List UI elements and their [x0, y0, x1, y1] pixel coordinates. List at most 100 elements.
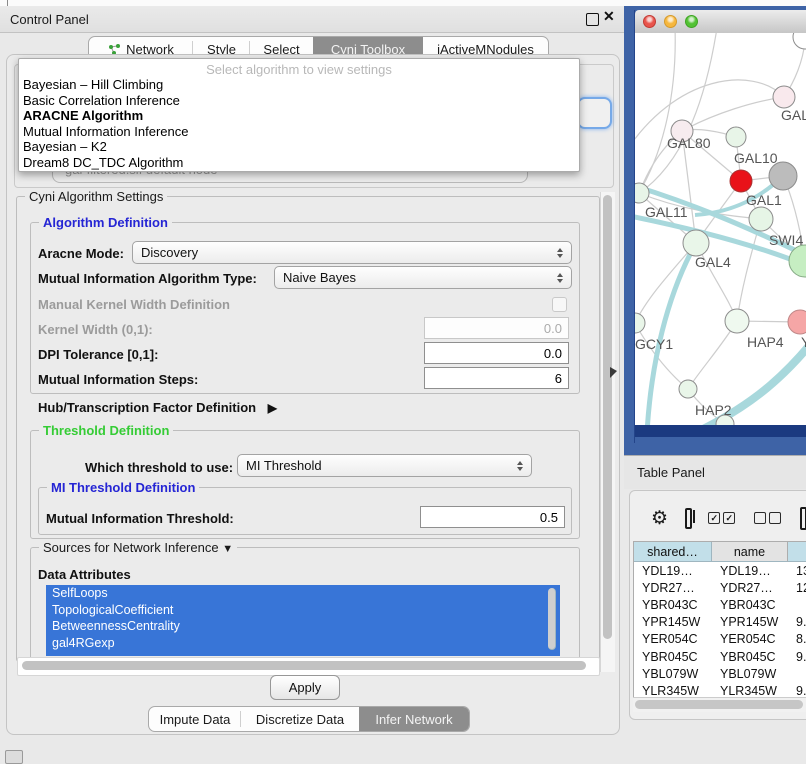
- table-row[interactable]: YBR045C YBR045C 9.: [634, 648, 806, 665]
- apply-button[interactable]: Apply: [270, 675, 340, 700]
- zoom-traffic-icon[interactable]: [685, 15, 698, 28]
- table-scrollbar-thumb[interactable]: [635, 700, 803, 709]
- table-row[interactable]: YPR145W YPR145W 9.: [634, 614, 806, 631]
- manual-kernel-checkbox: [552, 297, 567, 312]
- mi-threshold-label: Mutual Information Threshold:: [46, 511, 234, 526]
- gear-icon[interactable]: ⚙: [651, 507, 668, 530]
- list-item[interactable]: gal4RGexp: [46, 635, 560, 652]
- stepper-icon: [557, 270, 563, 286]
- table-row[interactable]: YBL079W YBL079W: [634, 665, 806, 682]
- close-traffic-icon[interactable]: [643, 15, 656, 28]
- algorithm-option[interactable]: Mutual Information Inference: [19, 124, 579, 140]
- select-all-columns-icon[interactable]: ✓✓: [708, 512, 738, 524]
- node-label: GAL11: [645, 204, 688, 220]
- node-label: GCY1: [635, 336, 673, 352]
- horizontal-scrollbar-thumb[interactable]: [22, 661, 586, 670]
- table-row[interactable]: YDR27… YDR27… 12: [634, 579, 806, 596]
- node-gal1-green[interactable]: [749, 207, 773, 231]
- export-table-icon[interactable]: [800, 507, 806, 530]
- settings-horizontal-scrollbar: [17, 657, 600, 676]
- expander-down-icon: ▼: [222, 543, 233, 555]
- node-gray[interactable]: [769, 162, 797, 190]
- node-hap2[interactable]: [679, 380, 697, 398]
- node-hap4[interactable]: [725, 309, 749, 333]
- table-row[interactable]: YDL19… YDL19… 13: [634, 562, 806, 579]
- list-scrollbar-thumb[interactable]: [548, 588, 556, 650]
- focused-combo-fragment[interactable]: [577, 97, 612, 129]
- table-row[interactable]: YBR043C YBR043C: [634, 596, 806, 613]
- threshold-definition-title: Threshold Definition: [39, 423, 173, 438]
- tab-impute-data[interactable]: Impute Data: [149, 707, 241, 731]
- algorithm-option[interactable]: Bayesian – K2: [19, 139, 579, 155]
- mi-steps-field[interactable]: [424, 367, 569, 389]
- node-label: GAL80: [667, 135, 711, 151]
- dpi-tolerance-field[interactable]: [424, 342, 569, 364]
- cyni-bottom-tabs: Impute Data Discretize Data Infer Networ…: [148, 706, 470, 732]
- node-gcy1[interactable]: [635, 313, 645, 333]
- network-window-titlebar[interactable]: [635, 10, 806, 34]
- node-label: GAL1: [746, 192, 782, 208]
- node-label: GAL10: [734, 150, 778, 166]
- table-row[interactable]: YER054C YER054C 8.: [634, 631, 806, 648]
- node-red-gal1[interactable]: [730, 170, 752, 192]
- tab-infer-network[interactable]: Infer Network: [359, 707, 469, 731]
- node-label: HAP2: [695, 402, 732, 418]
- node-gal10[interactable]: [726, 127, 746, 147]
- table-toolbar: ⚙ ✓✓: [630, 499, 806, 537]
- node-unlabeled[interactable]: [793, 33, 806, 49]
- table-panel: ⚙ ✓✓ shared… name YDL19… YDL19… 13 YDR27…: [629, 490, 806, 720]
- node-label: Y: [801, 334, 806, 350]
- node-gal4[interactable]: [683, 230, 709, 256]
- algorithm-definition-title: Algorithm Definition: [39, 215, 172, 230]
- node-label: GAL: [781, 107, 806, 123]
- which-threshold-label: Which threshold to use:: [85, 460, 233, 475]
- table-horizontal-scrollbar: [633, 697, 806, 712]
- node-label: GAL4: [695, 254, 731, 270]
- node-salmon[interactable]: [788, 310, 806, 334]
- tab-discretize-data[interactable]: Discretize Data: [241, 707, 359, 731]
- list-item[interactable]: SelfLoops: [46, 585, 560, 602]
- column-header[interactable]: shared…: [634, 542, 712, 562]
- settings-group-title: Cyni Algorithm Settings: [25, 189, 167, 204]
- column-header[interactable]: [788, 542, 806, 562]
- table-panel-title: Table Panel: [637, 465, 705, 480]
- list-item[interactable]: TopologicalCoefficient: [46, 602, 560, 619]
- aracne-mode-combo[interactable]: Discovery: [132, 241, 572, 264]
- table-panel-titlebar: Table Panel: [624, 455, 806, 489]
- algorithm-option[interactable]: Bayesian – Hill Climbing: [19, 77, 579, 93]
- hub-definition-expander[interactable]: Hub/Transcription Factor Definition ▶: [38, 400, 277, 415]
- sources-title[interactable]: Sources for Network Inference ▼: [39, 540, 237, 555]
- network-window-bottom-border: [635, 425, 806, 437]
- node-table: shared… name YDL19… YDL19… 13 YDR27… YDR…: [633, 541, 806, 698]
- algorithm-option[interactable]: Basic Correlation Inference: [19, 93, 579, 109]
- manual-kernel-label: Manual Kernel Width Definition: [38, 297, 230, 312]
- network-window: GAL GAL80 GAL10 GAL1 GAL11 SWI4 GAL4 GCY…: [634, 10, 806, 443]
- vertical-scrollbar-thumb[interactable]: [603, 195, 612, 639]
- column-header[interactable]: name: [712, 542, 788, 562]
- list-item[interactable]: BetweennessCentrality: [46, 618, 560, 635]
- mi-threshold-title: MI Threshold Definition: [47, 480, 199, 495]
- float-window-icon[interactable]: [586, 13, 599, 26]
- data-attributes-list: SelfLoops TopologicalCoefficient Between…: [46, 585, 560, 656]
- dpi-tolerance-label: DPI Tolerance [0,1]:: [38, 347, 158, 362]
- table-header-row: shared… name: [634, 542, 806, 562]
- panel-title: Control Panel: [10, 12, 89, 27]
- algorithm-option[interactable]: Dream8 DC_TDC Algorithm: [19, 155, 579, 171]
- which-threshold-combo[interactable]: MI Threshold: [237, 454, 532, 477]
- list-scrollbar: [546, 585, 559, 656]
- mouse-cursor: [610, 367, 617, 378]
- minimize-traffic-icon[interactable]: [664, 15, 677, 28]
- mi-algorithm-type-combo[interactable]: Naive Bayes: [274, 266, 572, 289]
- mi-threshold-field[interactable]: [420, 506, 565, 528]
- deselect-all-columns-icon[interactable]: [754, 512, 784, 524]
- close-icon[interactable]: ✕: [603, 8, 615, 25]
- table-row[interactable]: YLR345W YLR345W 9.: [634, 682, 806, 698]
- network-canvas[interactable]: GAL GAL80 GAL10 GAL1 GAL11 SWI4 GAL4 GCY…: [635, 33, 806, 425]
- node-gal-partial[interactable]: [773, 86, 795, 108]
- columns-icon[interactable]: [685, 508, 692, 529]
- stepper-icon: [557, 245, 563, 261]
- node-label: HAP4: [747, 334, 784, 350]
- mi-type-label: Mutual Information Algorithm Type:: [38, 271, 257, 286]
- algorithm-option-selected[interactable]: ARACNE Algorithm: [19, 108, 579, 124]
- control-panel-titlebar: Control Panel: [0, 6, 624, 33]
